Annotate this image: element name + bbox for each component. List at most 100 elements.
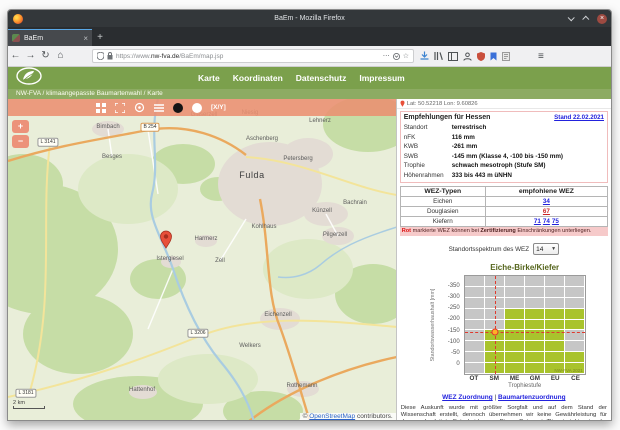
url-text: https://www.nw-fva.de/BaEm/map.jsp bbox=[116, 53, 380, 60]
wez-number-link[interactable]: 34 bbox=[543, 198, 550, 205]
stand-date-link[interactable]: Stand 22.02.2021 bbox=[554, 114, 604, 121]
back-button[interactable]: ← bbox=[8, 51, 23, 61]
nav-koordinaten[interactable]: Koordinaten bbox=[233, 73, 283, 83]
scale-bar-line bbox=[13, 406, 45, 409]
lock-icon[interactable] bbox=[107, 52, 113, 60]
nav-karte[interactable]: Karte bbox=[198, 73, 220, 83]
adblock-shield-icon[interactable] bbox=[477, 52, 485, 61]
map-place-label: Lehnerz bbox=[309, 118, 331, 124]
wez-row: Eichen 34 bbox=[400, 197, 607, 207]
wez-type-cell: Eichen bbox=[400, 197, 485, 207]
attribute-row: Standortterrestrisch bbox=[404, 123, 604, 133]
y-tick-label: -100 bbox=[397, 339, 460, 345]
minimize-button[interactable] bbox=[565, 14, 575, 24]
library-icon[interactable] bbox=[434, 51, 443, 61]
baumarten-link[interactable]: Baumartenzuordnung bbox=[498, 394, 566, 401]
unsuitable-cell bbox=[565, 276, 584, 286]
zoom-out-button[interactable]: − bbox=[12, 135, 29, 148]
chart-x-axis-label: Trophiestufe bbox=[464, 383, 586, 389]
y-tick-label: -350 bbox=[397, 283, 460, 289]
reload-button[interactable]: ↻ bbox=[38, 51, 53, 61]
nav-impressum[interactable]: Impressum bbox=[359, 73, 404, 83]
wez-number-link[interactable]: 75 bbox=[552, 218, 559, 225]
downloads-icon[interactable] bbox=[420, 51, 429, 61]
bookmark-star-icon[interactable]: ☆ bbox=[403, 53, 409, 60]
tab-bar: BaEm × + bbox=[8, 27, 611, 46]
pocket-icon[interactable] bbox=[393, 53, 400, 60]
xy-coordinates-button[interactable]: [X/Y] bbox=[211, 104, 226, 111]
map-marker-icon[interactable] bbox=[158, 229, 174, 249]
locate-icon[interactable] bbox=[134, 102, 145, 113]
home-button[interactable]: ⌂ bbox=[53, 51, 68, 61]
x-tick-label: GM bbox=[530, 375, 540, 382]
suitable-cell bbox=[545, 341, 564, 351]
unsuitable-cell bbox=[465, 287, 484, 297]
tab-close-icon[interactable]: × bbox=[83, 34, 88, 43]
footer-links: WEZ Zuordnung | Baumartenzuordnung bbox=[397, 394, 611, 401]
url-bar[interactable]: https://www.nw-fva.de/BaEm/map.jsp ⋯ ☆ bbox=[92, 49, 414, 63]
y-tick-label: -150 bbox=[397, 328, 460, 334]
wez-zuordnung-link[interactable]: WEZ Zuordnung bbox=[442, 394, 493, 401]
wez-links-cell: 34 bbox=[485, 197, 607, 207]
light-marker-style-icon[interactable] bbox=[192, 103, 202, 113]
map-place-label: Besges bbox=[102, 154, 122, 160]
x-tick-label: CE bbox=[571, 375, 580, 382]
y-tick-label: -300 bbox=[397, 294, 460, 300]
chart-plot-area: NW-FVA 2021 bbox=[464, 275, 586, 375]
wez-type-cell: Douglasien bbox=[400, 207, 485, 217]
wez-type-cell: Kiefern bbox=[400, 217, 485, 227]
new-tab-button[interactable]: + bbox=[92, 29, 108, 46]
map-place-label: Pilgerzell bbox=[323, 232, 347, 238]
tracking-shield-icon[interactable] bbox=[97, 52, 104, 60]
wez-number-link[interactable]: 67 bbox=[543, 208, 550, 215]
notes-extension-icon[interactable] bbox=[502, 52, 510, 61]
coordinate-pin-icon bbox=[400, 100, 405, 107]
tab-baem[interactable]: BaEm × bbox=[8, 29, 92, 46]
map-toolbar: [X/Y] bbox=[8, 99, 396, 116]
grid-icon[interactable] bbox=[96, 103, 106, 113]
y-tick-label: -50 bbox=[397, 350, 460, 356]
map-attribution: © OpenStreetMap contributors. bbox=[300, 413, 396, 420]
forward-button[interactable]: → bbox=[23, 51, 38, 61]
suitable-cell bbox=[545, 309, 564, 319]
nwfva-logo-icon[interactable] bbox=[16, 67, 42, 90]
maximize-button[interactable] bbox=[581, 14, 591, 24]
bookmark-extension-icon[interactable] bbox=[490, 52, 497, 61]
zoom-in-button[interactable]: + bbox=[12, 120, 29, 133]
unsuitable-cell bbox=[545, 276, 564, 286]
suitable-cell bbox=[505, 363, 524, 373]
map-place-label: Bachrain bbox=[343, 200, 367, 206]
layers-icon[interactable] bbox=[154, 103, 164, 113]
browser-window: BaEm - Mozilla Firefox × BaEm × + ← → ↻ … bbox=[7, 9, 612, 421]
chart-watermark: NW-FVA 2021 bbox=[554, 368, 582, 373]
recommendations-title: Empfehlungen für Hessen bbox=[404, 114, 491, 121]
account-icon[interactable] bbox=[463, 52, 472, 61]
unsuitable-cell bbox=[565, 298, 584, 308]
breadcrumb: NW-FVA / klimaangepasste Baumartenwahl /… bbox=[8, 89, 611, 99]
nav-datenschutz[interactable]: Datenschutz bbox=[296, 73, 347, 83]
wez-number-link[interactable]: 74 bbox=[543, 218, 550, 225]
attribute-row: Höhenrahmen333 bis 443 m üNHN bbox=[404, 171, 604, 181]
window-titlebar[interactable]: BaEm - Mozilla Firefox × bbox=[8, 10, 611, 27]
unsuitable-cell bbox=[505, 287, 524, 297]
page-actions-icon[interactable]: ⋯ bbox=[383, 53, 390, 60]
x-tick-label: EU bbox=[551, 375, 560, 382]
unsuitable-cell bbox=[545, 298, 564, 308]
suitable-cell bbox=[545, 352, 564, 362]
unsuitable-cell bbox=[465, 276, 484, 286]
menu-icon[interactable]: ≡ bbox=[538, 51, 544, 62]
fullscreen-icon[interactable] bbox=[115, 103, 125, 113]
window-title: BaEm - Mozilla Firefox bbox=[8, 15, 611, 22]
openstreetmap-link[interactable]: OpenStreetMap bbox=[309, 413, 355, 420]
unsuitable-cell bbox=[525, 287, 544, 297]
wez-table: WEZ-Typen empfohlene WEZ Eichen34Douglas… bbox=[400, 186, 608, 227]
suitable-cell bbox=[565, 309, 584, 319]
certification-note: Rot markierte WEZ können bei Zertifizier… bbox=[400, 227, 608, 236]
attribute-row: nFK116 mm bbox=[404, 133, 604, 143]
sidebars-icon[interactable] bbox=[448, 52, 458, 61]
wez-number-link[interactable]: 71 bbox=[534, 218, 541, 225]
map-canvas[interactable]: BimbachGläserzellNiesigLehnerzAschenberg… bbox=[8, 99, 396, 421]
close-button[interactable]: × bbox=[597, 14, 607, 24]
dark-marker-style-icon[interactable] bbox=[173, 103, 183, 113]
wez-select[interactable]: 14 ▼ bbox=[533, 243, 559, 255]
